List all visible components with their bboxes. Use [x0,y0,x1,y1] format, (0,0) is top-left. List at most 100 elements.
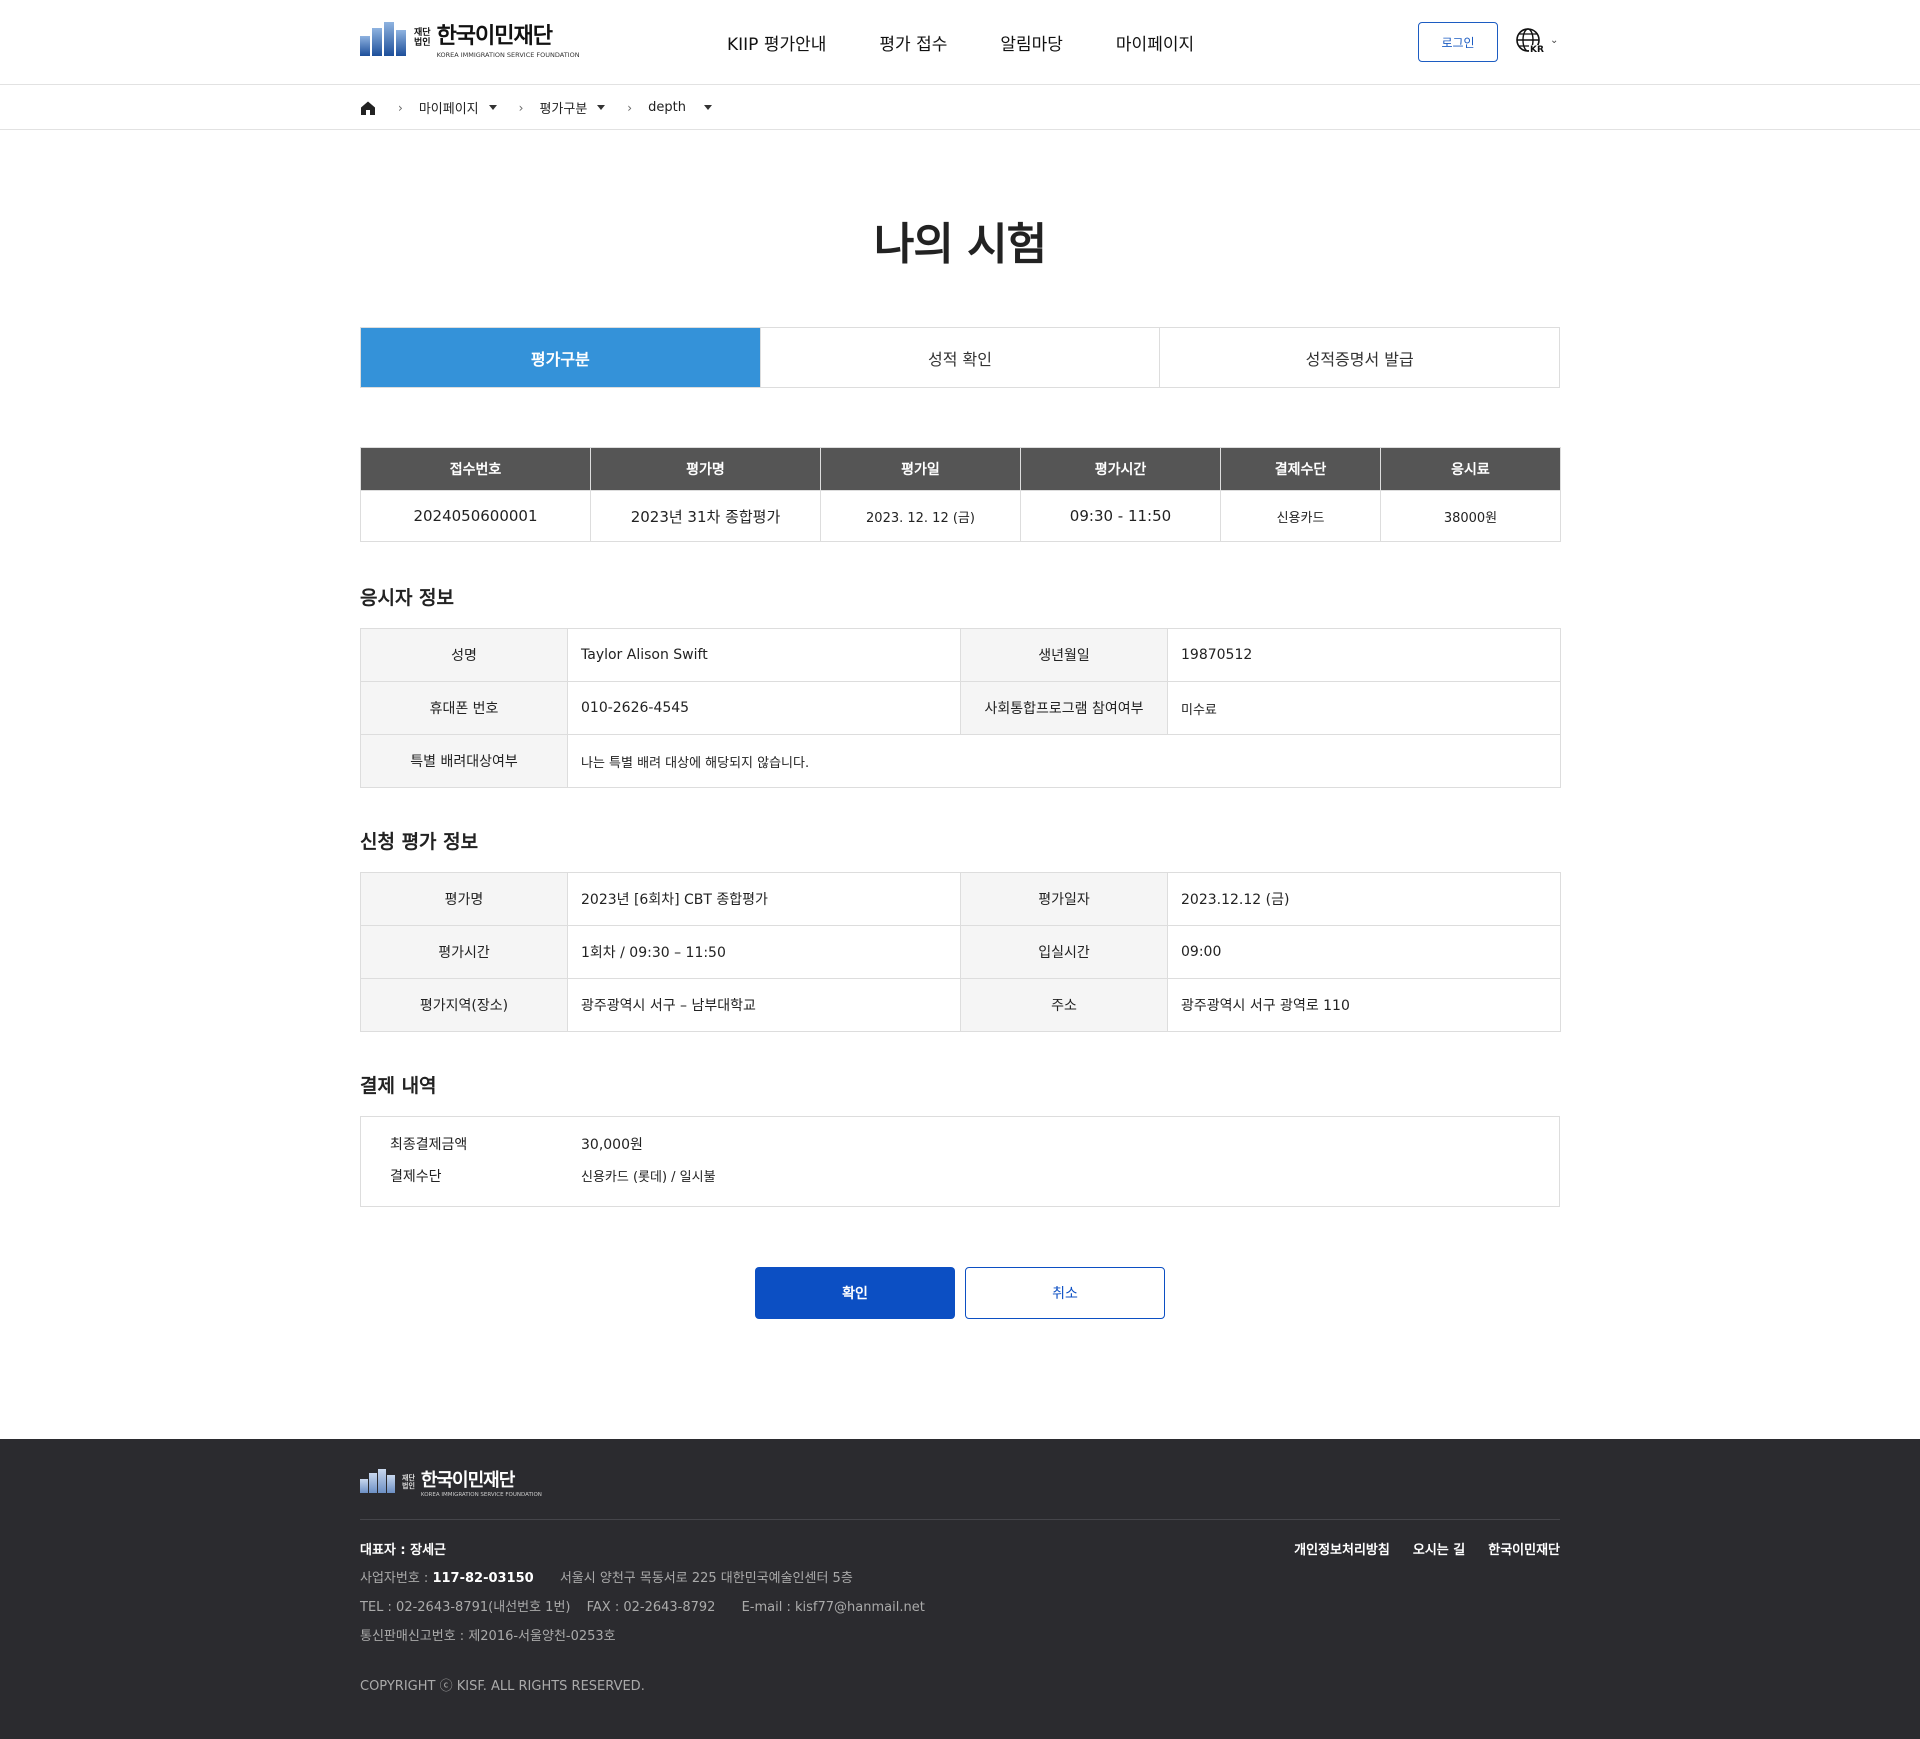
footer-links: 개인정보처리방침 오시는 길 한국이민재단 [1271,1539,1560,1558]
field-label: 평가일자 [960,872,1168,926]
logo-emblem-icon [360,1469,396,1501]
copyright: COPYRIGHT ⓒ KISF. ALL RIGHTS RESERVED. [360,1679,645,1694]
footer-link-foundation[interactable]: 한국이민재단 [1488,1539,1560,1558]
table-row: 2024050600001 2023년 31차 종합평가 2023. 12. 1… [360,490,1561,542]
table-row: 평가명 2023년 [6회차] CBT 종합평가 평가일자 2023.12.12… [360,872,1561,926]
exam-name: 2023년 31차 종합평가 [590,490,821,542]
main-nav: KIIP 평가안내 평가 접수 알림마당 마이페이지 [727,30,1247,55]
field-label: 평가지역(장소) [360,978,568,1032]
footer-contact: TEL : 02-2643-8791(내선번호 1번) FAX : 02-264… [360,1596,925,1615]
chevron-down-icon: ⌄ [1550,35,1559,46]
payment-method: 신용카드 (롯데) / 일시불 [581,1170,716,1185]
section-title-exam: 신청 평가 정보 [360,831,479,853]
tab-exam-category[interactable]: 평가구분 [361,328,761,387]
field-label: 최종결제금액 [390,1137,468,1153]
column-header: 평가명 [590,447,821,491]
applicant-name: Taylor Alison Swift [567,628,961,682]
column-header: 접수번호 [360,447,591,491]
exam-info-table: 평가명 2023년 [6회차] CBT 종합평가 평가일자 2023.12.12… [360,872,1561,1032]
section-title-applicant: 응시자 정보 [360,587,455,609]
business-number: 117-82-03150 [432,1571,534,1586]
chevron-right-icon: › [398,100,403,115]
nav-mypage[interactable]: 마이페이지 [1116,30,1194,55]
footer-business-info: 사업자번호 : 117-82-03150 서울시 양천구 목동서로 225 대한… [360,1571,853,1586]
cancel-button[interactable]: 취소 [965,1267,1165,1319]
exam-location: 광주광역시 서구 – 남부대학교 [567,978,961,1032]
exam-date: 2023. 12. 12 (금) [820,490,1021,542]
field-label: 성명 [360,628,568,682]
confirm-button[interactable]: 확인 [755,1267,955,1319]
login-button[interactable]: 로그인 [1418,22,1498,62]
payment-summary: 최종결제금액 30,000원 결제수단 신용카드 (롯데) / 일시불 [360,1116,1560,1207]
applicant-phone: 010-2626-4545 [567,681,961,735]
chevron-right-icon: › [627,100,633,115]
footer-link-privacy[interactable]: 개인정보처리방침 [1294,1539,1390,1558]
site-header: 재단 법인 한국이민재단 KOREA IMMIGRATION SERVICE F… [0,0,1920,85]
caret-down-icon [597,105,606,110]
language-selector[interactable]: KR ⌄ [1515,27,1563,59]
applicant-info-table: 성명 Taylor Alison Swift 생년월일 19870512 휴대폰… [360,628,1561,788]
page-title: 나의 시험 [873,219,1047,270]
breadcrumb-category[interactable]: 평가구분 [539,98,606,117]
field-label: 생년월일 [960,628,1168,682]
logo-english: KOREA IMMIGRATION SERVICE FOUNDATION [420,1492,542,1498]
logo-name: 한국이민재단 [420,1470,515,1491]
special-consideration: 나는 특별 배려 대상에 해당되지 않습니다. [567,734,1561,788]
column-header: 평가일 [820,447,1021,491]
column-header: 평가시간 [1020,447,1221,491]
payment-amount-row: 최종결제금액 30,000원 [390,1134,643,1154]
breadcrumb-depth[interactable]: depth [648,100,712,115]
field-label: 입실시간 [960,925,1168,979]
nav-kiip-guide[interactable]: KIIP 평가안내 [727,30,826,55]
exam-address: 광주광역시 서구 광역로 110 [1167,978,1561,1032]
applicant-birthdate: 19870512 [1167,628,1561,682]
breadcrumb-mypage[interactable]: 마이페이지 [419,98,497,117]
registration-number: 2024050600001 [360,490,591,542]
table-header-row: 접수번호 평가명 평가일 평가시간 결제수단 응시료 [360,447,1561,491]
exam-title: 2023년 [6회차] CBT 종합평가 [567,872,961,926]
breadcrumb: › 마이페이지 › 평가구분 › depth [0,85,1920,130]
footer-fax: FAX : 02-2643-8792 [586,1600,716,1615]
field-label: 휴대폰 번호 [360,681,568,735]
payment-method: 신용카드 [1220,490,1381,542]
logo-tag: 재단 법인 [414,28,431,48]
final-amount: 30,000원 [581,1137,643,1153]
nav-notice[interactable]: 알림마당 [1000,30,1063,55]
section-title-payment: 결제 내역 [360,1075,437,1097]
footer-address: 서울시 양천구 목동서로 225 대한민국예술인센터 5층 [559,1571,853,1586]
caret-down-icon [703,105,712,110]
field-label: 특별 배려대상여부 [360,734,568,788]
footer-representative: 대표자 : 장세근 [360,1543,447,1558]
nav-apply[interactable]: 평가 접수 [879,30,947,55]
footer-mail-order: 통신판매신고번호 : 제2016-서울양천-0253호 [360,1629,616,1644]
field-label: 주소 [960,978,1168,1032]
footer-logo[interactable]: 재단 법인 한국이민재단 KOREA IMMIGRATION SERVICE F… [360,1469,542,1501]
footer-link-directions[interactable]: 오시는 길 [1413,1539,1465,1558]
logo-tag: 재단 법인 [402,1474,415,1490]
entry-time: 09:00 [1167,925,1561,979]
payment-method-row: 결제수단 신용카드 (롯데) / 일시불 [390,1166,716,1186]
exam-fee: 38000원 [1380,490,1561,542]
program-participation: 미수료 [1167,681,1561,735]
site-logo[interactable]: 재단 법인 한국이민재단 KOREA IMMIGRATION SERVICE F… [360,20,580,64]
column-header: 응시료 [1380,447,1561,491]
tab-bar: 평가구분 성적 확인 성적증명서 발급 [360,327,1560,388]
footer-tel: TEL : 02-2643-8791(내선번호 1번) [360,1600,571,1615]
table-row: 평가시간 1회차 / 09:30 – 11:50 입실시간 09:00 [360,925,1561,979]
site-footer: 재단 법인 한국이민재단 KOREA IMMIGRATION SERVICE F… [0,1439,1920,1739]
tab-score-check[interactable]: 성적 확인 [760,328,1161,387]
logo-name: 한국이민재단 [436,24,553,49]
exam-time: 09:30 - 11:50 [1020,490,1221,542]
exam-date: 2023.12.12 (금) [1167,872,1561,926]
logo-english: KOREA IMMIGRATION SERVICE FOUNDATION [436,51,580,59]
field-label: 결제수단 [390,1169,442,1185]
column-header: 결제수단 [1220,447,1381,491]
table-row: 성명 Taylor Alison Swift 생년월일 19870512 [360,628,1561,682]
field-label: 사회통합프로그램 참여여부 [960,681,1168,735]
language-code: KR [1529,45,1545,55]
field-label: 평가시간 [360,925,568,979]
home-icon[interactable] [360,100,376,116]
tab-certificate[interactable]: 성적증명서 발급 [1160,328,1560,387]
footer-email: E-mail : kisf77@hanmail.net [741,1600,925,1615]
logo-emblem-icon [360,20,406,64]
